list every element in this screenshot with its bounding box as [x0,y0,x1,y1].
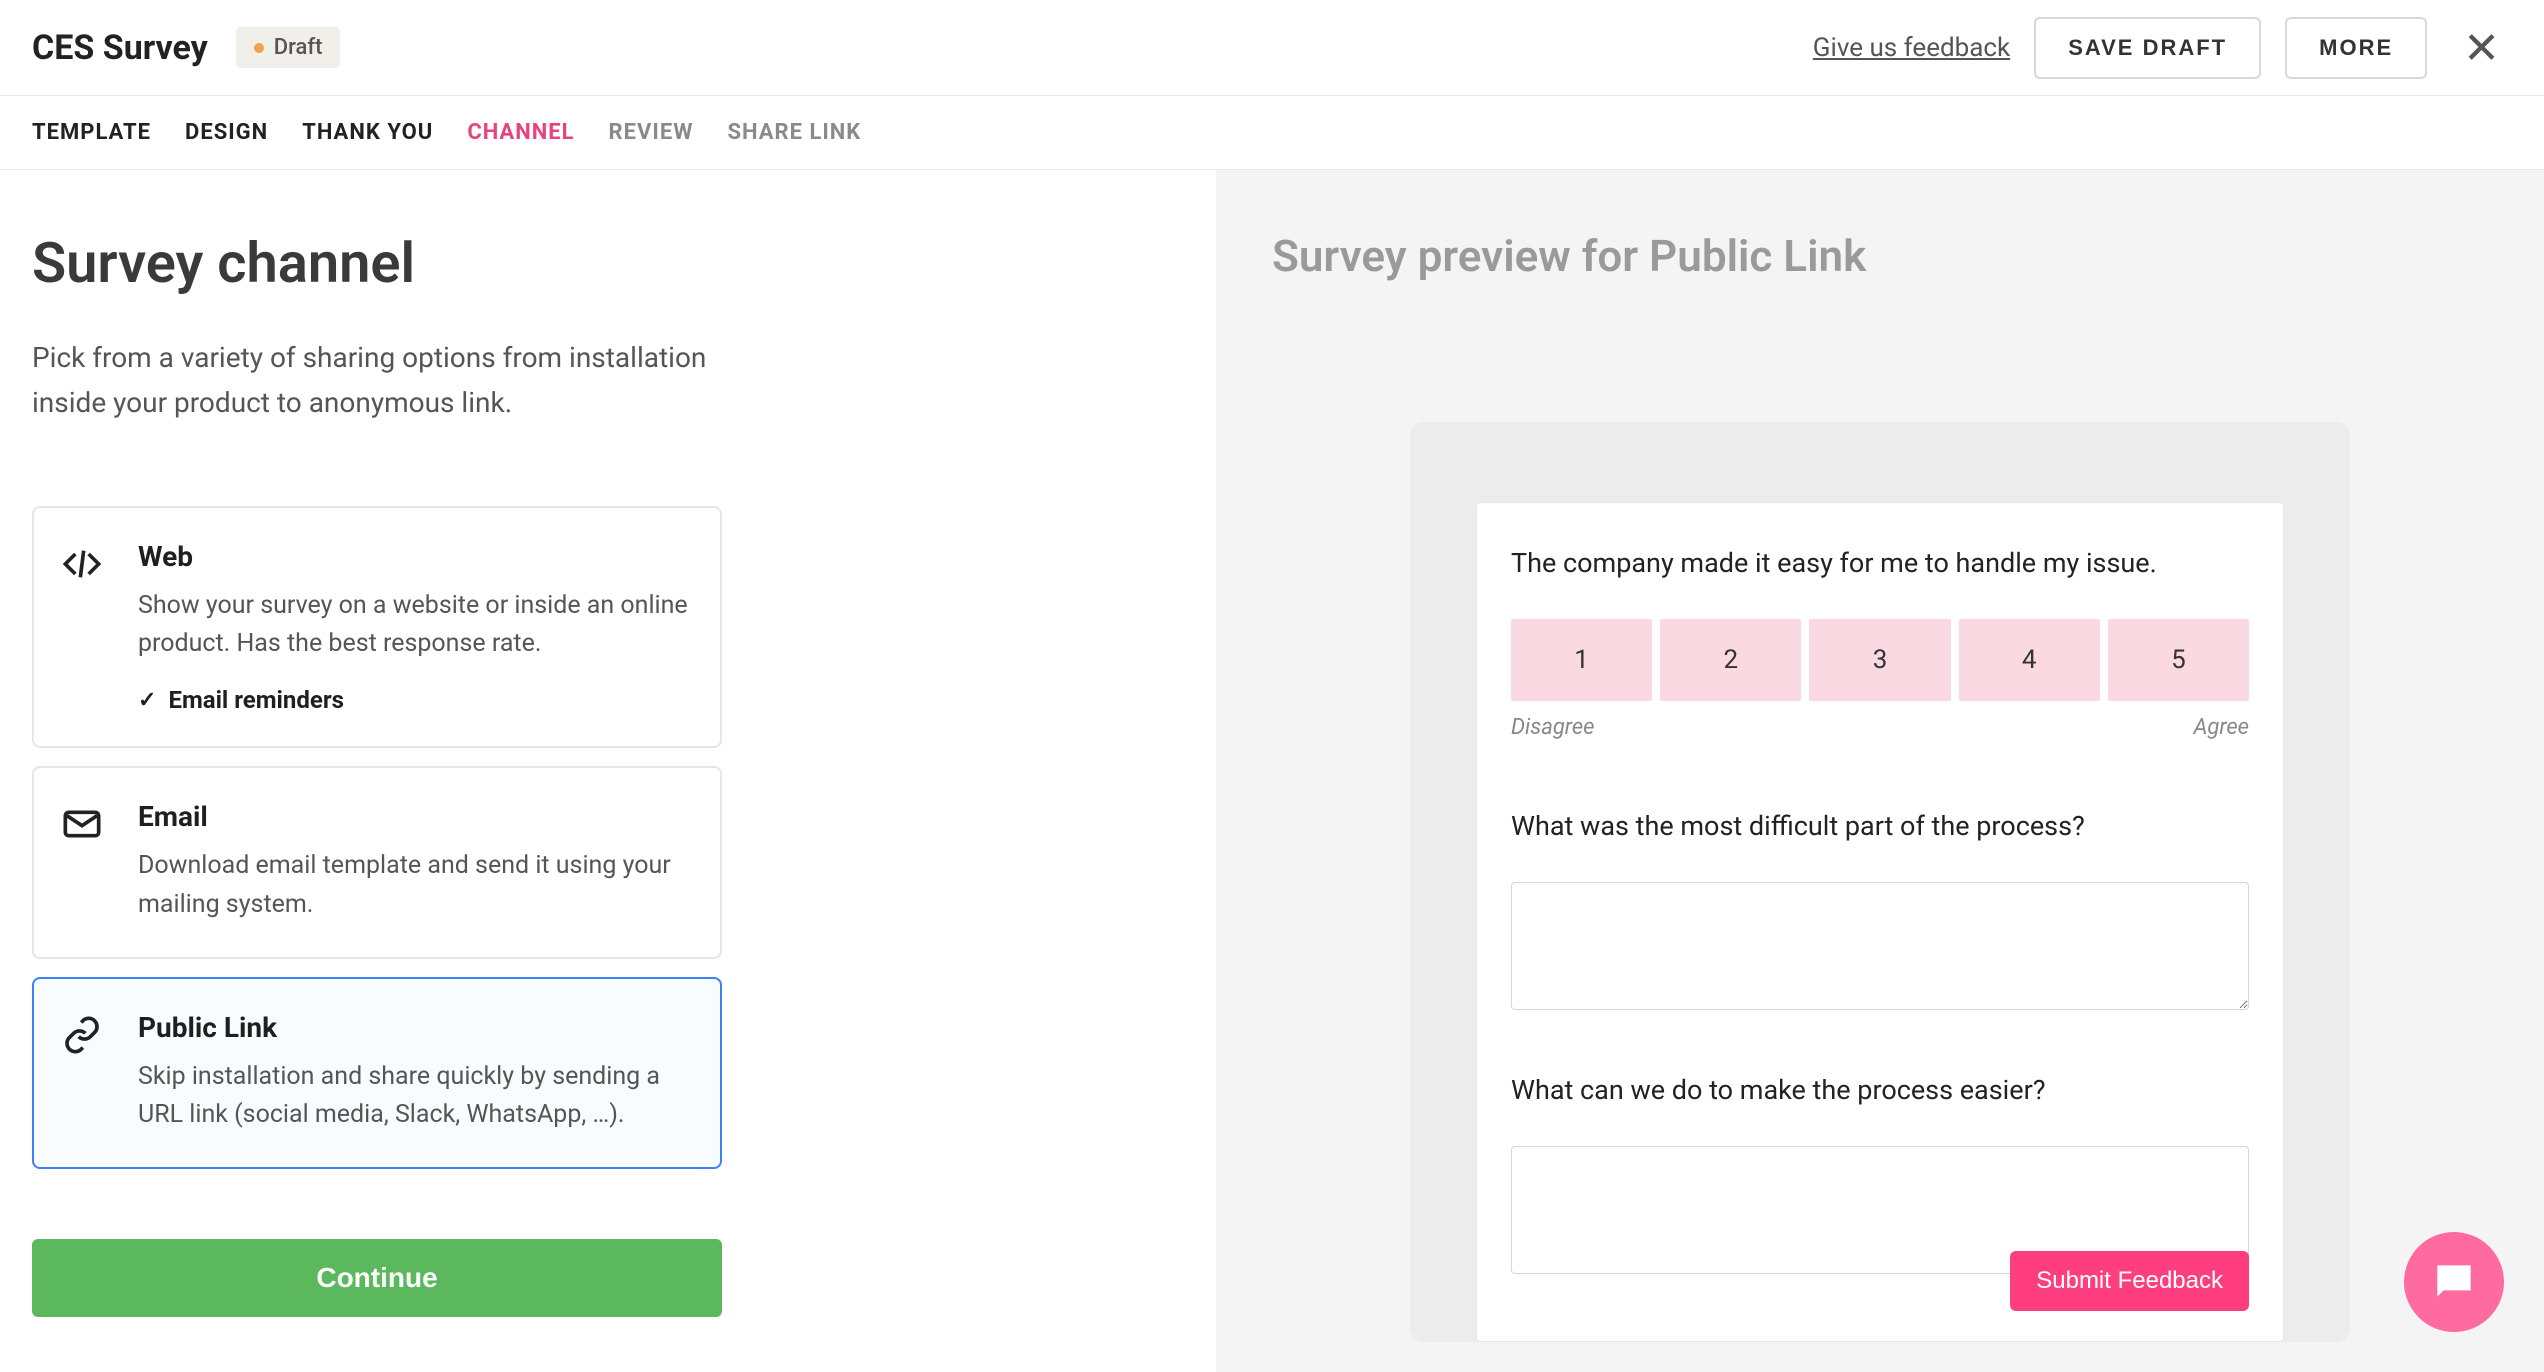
tab-design[interactable]: DESIGN [185,120,268,145]
channel-card-email[interactable]: Email Download email template and send i… [32,766,722,959]
chat-icon [2429,1257,2479,1307]
scale-option-5[interactable]: 5 [2108,619,2249,701]
channel-card-title: Email [138,800,692,833]
left-panel: Survey channel Pick from a variety of sh… [0,170,1216,1372]
scale-option-3[interactable]: 3 [1809,619,1950,701]
scale-label-high: Agree [2193,715,2249,740]
preview-question-3: What can we do to make the process easie… [1511,1074,2249,1106]
channel-cards: Web Show your survey on a website or ins… [32,506,722,1170]
scale-option-1[interactable]: 1 [1511,619,1652,701]
channel-card-title: Public Link [138,1011,692,1044]
continue-button[interactable]: Continue [32,1239,722,1317]
submit-feedback-button[interactable]: Submit Feedback [2010,1251,2249,1311]
tab-thank-you[interactable]: THANK YOU [302,120,433,145]
channel-card-web[interactable]: Web Show your survey on a website or ins… [32,506,722,749]
right-panel: Survey preview for Public Link The compa… [1216,170,2544,1372]
page-subtitle: Pick from a variety of sharing options f… [32,336,732,426]
save-draft-button[interactable]: SAVE DRAFT [2034,17,2261,79]
envelope-icon [62,800,110,925]
tab-channel[interactable]: CHANNEL [467,120,574,145]
scale-option-4[interactable]: 4 [1959,619,2100,701]
close-icon[interactable]: ✕ [2451,26,2512,70]
tabs: TEMPLATE DESIGN THANK YOU CHANNEL REVIEW… [0,96,2544,170]
survey-title: CES Survey [32,28,208,68]
tab-review[interactable]: REVIEW [609,120,694,145]
scale-labels: Disagree Agree [1511,715,2249,740]
scale-option-2[interactable]: 2 [1660,619,1801,701]
link-icon [62,1011,110,1136]
channel-card-desc: Show your survey on a website or inside … [138,587,692,665]
preview-backdrop: The company made it easy for me to handl… [1410,422,2350,1342]
status-dot-icon [254,43,264,53]
header-right: Give us feedback SAVE DRAFT MORE ✕ [1813,17,2512,79]
more-button[interactable]: MORE [2285,17,2427,79]
preview-textarea-1[interactable] [1511,882,2249,1010]
status-badge-label: Draft [274,35,323,60]
feedback-link[interactable]: Give us feedback [1813,33,2010,63]
preview-title: Survey preview for Public Link [1272,230,2488,282]
channel-card-feature: ✓ Email reminders [138,686,692,714]
header: CES Survey Draft Give us feedback SAVE D… [0,0,2544,96]
tab-share-link[interactable]: SHARE LINK [727,120,861,145]
preview-card: The company made it easy for me to handl… [1476,502,2284,1342]
status-badge-draft: Draft [236,27,341,68]
rating-scale: 1 2 3 4 5 [1511,619,2249,701]
channel-card-title: Web [138,540,692,573]
main: Survey channel Pick from a variety of sh… [0,170,2544,1372]
channel-card-feature-label: Email reminders [168,686,344,714]
channel-card-desc: Skip installation and share quickly by s… [138,1058,692,1136]
channel-card-desc: Download email template and send it usin… [138,847,692,925]
channel-card-public-link[interactable]: Public Link Skip installation and share … [32,977,722,1170]
header-left: CES Survey Draft [32,27,340,68]
page-title: Survey channel [32,230,1216,296]
scale-label-low: Disagree [1511,715,1594,740]
preview-question-2: What was the most difficult part of the … [1511,810,2249,842]
tab-template[interactable]: TEMPLATE [32,120,151,145]
code-icon [62,540,110,715]
preview-question-1: The company made it easy for me to handl… [1511,547,2249,579]
chat-fab[interactable] [2404,1232,2504,1332]
check-icon: ✓ [138,688,156,713]
